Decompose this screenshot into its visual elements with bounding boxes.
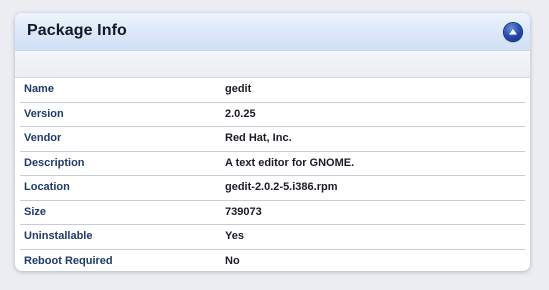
collapse-button[interactable] bbox=[504, 23, 522, 41]
table-row: Location gedit-2.0.2-5.i386.rpm bbox=[20, 176, 525, 201]
table-row: Size 739073 bbox=[20, 201, 525, 225]
row-value: gedit bbox=[225, 83, 252, 95]
row-label: Size bbox=[24, 205, 47, 218]
panel-header: Package Info bbox=[15, 13, 530, 51]
row-label: Version bbox=[24, 107, 64, 120]
package-info-panel: Package Info Name gedit Version 2.0.25 V… bbox=[15, 13, 530, 271]
row-label: Description bbox=[24, 156, 85, 169]
row-value: gedit-2.0.2-5.i386.rpm bbox=[225, 181, 338, 193]
row-value: 2.0.25 bbox=[225, 107, 256, 120]
table-row: Version 2.0.25 bbox=[20, 103, 525, 127]
row-label: Uninstallable bbox=[24, 230, 93, 242]
row-value: A text editor for GNOME. bbox=[225, 156, 355, 169]
row-label: Name bbox=[24, 83, 54, 95]
chevron-up-icon bbox=[509, 29, 517, 35]
table-row: Name gedit bbox=[20, 78, 525, 103]
row-value: No bbox=[225, 254, 240, 267]
panel-subheader bbox=[15, 51, 530, 78]
row-value: 739073 bbox=[225, 205, 262, 218]
table-row: Reboot Required No bbox=[20, 250, 525, 272]
row-label: Reboot Required bbox=[24, 254, 113, 267]
row-value: Red Hat, Inc. bbox=[225, 132, 292, 144]
table-row: Uninstallable Yes bbox=[20, 225, 525, 250]
panel-title: Package Info bbox=[27, 22, 127, 39]
row-value: Yes bbox=[225, 230, 244, 242]
table-row: Description A text editor for GNOME. bbox=[20, 152, 525, 176]
table-row: Vendor Red Hat, Inc. bbox=[20, 127, 525, 152]
info-table: Name gedit Version 2.0.25 Vendor Red Hat… bbox=[15, 78, 530, 271]
row-label: Location bbox=[24, 181, 70, 193]
row-label: Vendor bbox=[24, 132, 62, 144]
